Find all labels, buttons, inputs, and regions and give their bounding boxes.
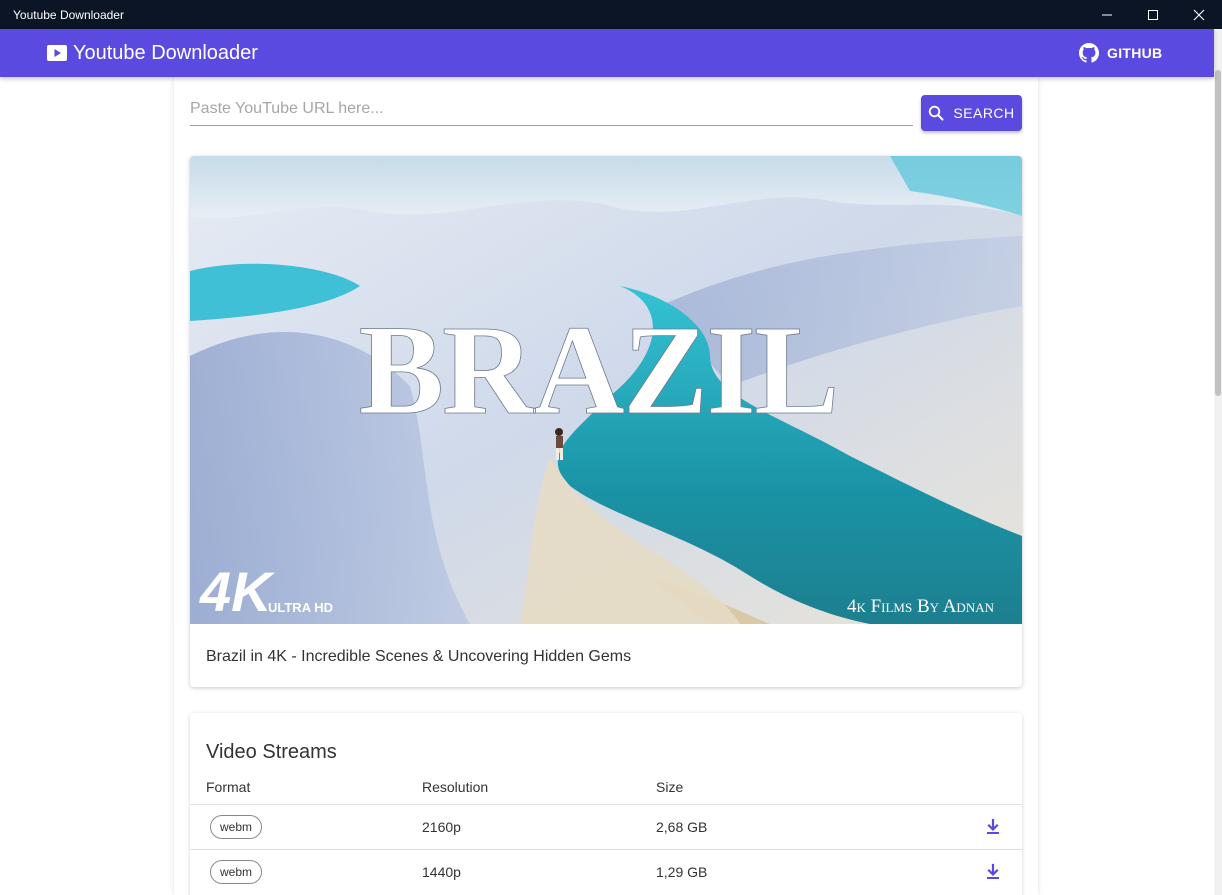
format-chip: webm — [210, 815, 263, 839]
window-title: Youtube Downloader — [13, 7, 124, 22]
thumbnail-title: BRAZIL — [359, 299, 838, 441]
thumbnail-credit: 4k Films By Adnan — [847, 596, 995, 617]
window-controls — [1084, 0, 1222, 29]
column-header-format: Format — [206, 779, 251, 795]
size-cell: 1,29 GB — [656, 864, 708, 880]
search-button[interactable]: SEARCH — [921, 95, 1022, 131]
download-icon[interactable] — [983, 862, 1003, 882]
column-header-resolution: Resolution — [422, 779, 489, 795]
download-icon[interactable] — [983, 817, 1003, 837]
app-bar: Youtube Downloader GITHUB — [0, 29, 1214, 77]
streams-heading: Video Streams — [206, 741, 337, 763]
search-button-label: SEARCH — [953, 105, 1015, 121]
maximize-icon — [1148, 9, 1158, 20]
video-streams-card: Video Streams Format Resolution Size web… — [190, 713, 1022, 895]
minimize-icon — [1102, 14, 1112, 15]
close-icon — [1193, 9, 1205, 20]
youtube-play-icon — [47, 45, 67, 61]
url-input[interactable] — [190, 92, 913, 126]
scrollbar-thumb[interactable] — [1215, 70, 1221, 396]
column-header-size: Size — [656, 779, 684, 795]
video-card: BRAZIL 4K ULTRA HD 4k Films By Adnan Bra… — [190, 156, 1022, 687]
brand: Youtube Downloader — [47, 29, 258, 77]
github-icon — [1079, 43, 1099, 63]
thumbnail-badge-4k: 4K — [199, 560, 275, 623]
format-chip: webm — [210, 860, 263, 884]
app-title: Youtube Downloader — [73, 41, 258, 64]
video-title: Brazil in 4K - Incredible Scenes & Uncov… — [206, 648, 632, 665]
github-label: GITHUB — [1107, 45, 1163, 61]
maximize-button[interactable] — [1130, 0, 1176, 29]
resolution-cell: 1440p — [422, 864, 461, 880]
video-thumbnail[interactable]: BRAZIL 4K ULTRA HD 4k Films By Adnan — [190, 156, 1022, 624]
size-cell: 2,68 GB — [656, 819, 708, 835]
search-icon — [929, 105, 944, 121]
table-row: webm 2160p 2,68 GB — [190, 804, 1022, 849]
thumbnail-badge-uhd: ULTRA HD — [268, 600, 333, 615]
close-button[interactable] — [1176, 0, 1222, 29]
minimize-button[interactable] — [1084, 0, 1130, 29]
table-row: webm 1440p 1,29 GB — [190, 849, 1022, 894]
window-titlebar: Youtube Downloader — [0, 0, 1222, 29]
resolution-cell: 2160p — [422, 819, 461, 835]
main-container: SEARCH — [174, 77, 1038, 895]
github-button[interactable]: GITHUB — [1079, 29, 1162, 77]
